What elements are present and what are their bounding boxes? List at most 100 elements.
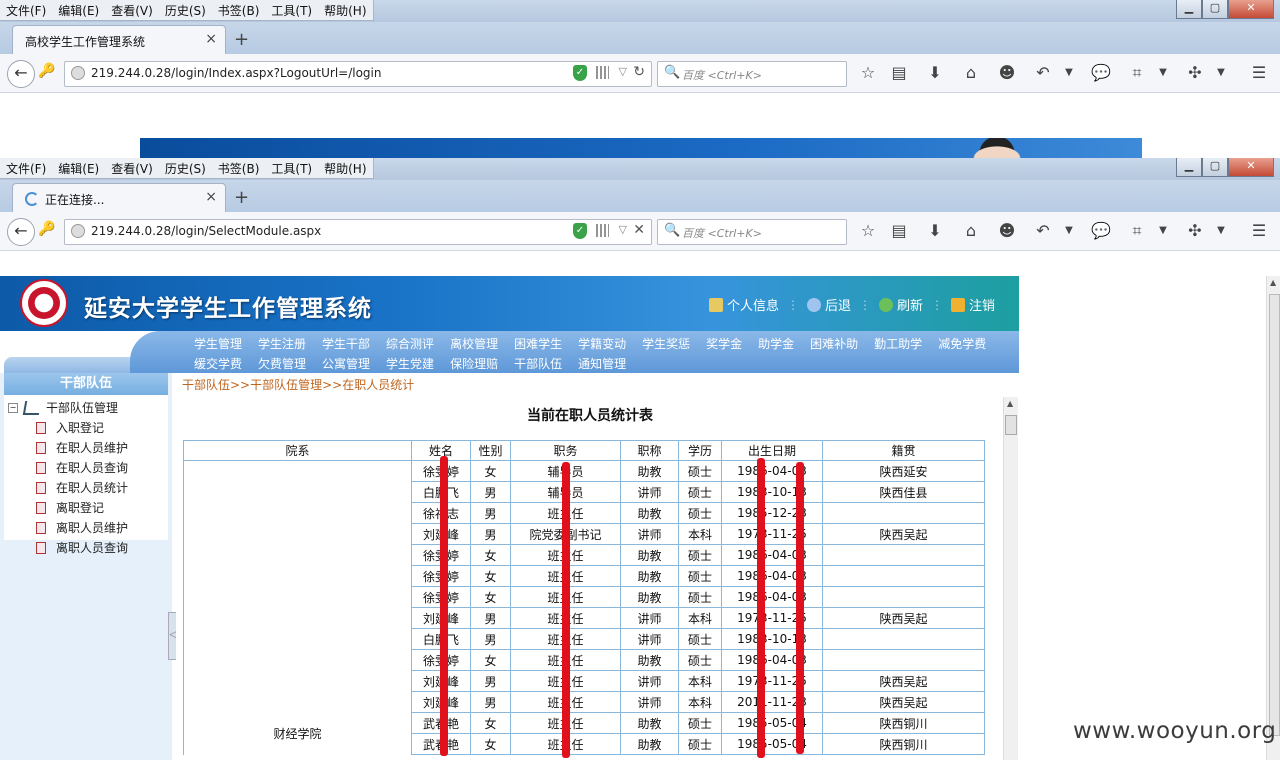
tab-active[interactable]: 高校学生工作管理系统 × — [12, 25, 226, 55]
menu-help[interactable]: 帮助(H) — [318, 0, 372, 20]
nav-item[interactable]: 奖学金 — [706, 335, 742, 352]
search-box[interactable]: 🔍 百度 <Ctrl+K> — [657, 219, 847, 245]
new-tab-icon[interactable]: + — [234, 29, 249, 50]
chat-icon[interactable]: ☻ — [997, 63, 1017, 82]
nav-item[interactable]: 学生奖惩 — [642, 335, 690, 352]
scroll-up-icon[interactable]: ▲ — [1270, 278, 1276, 287]
crop-icon[interactable]: ⌗ — [1127, 63, 1147, 83]
menu-view[interactable]: 查看(V) — [105, 158, 159, 178]
hamburger-menu-icon[interactable]: ☰ — [1249, 63, 1269, 82]
menu-edit[interactable]: 编辑(E) — [52, 158, 105, 178]
back-arrow-icon[interactable]: ← — [7, 218, 35, 246]
extension-dropdown-icon[interactable]: ▼ — [1216, 225, 1226, 236]
menu-tools[interactable]: 工具(T) — [265, 158, 318, 178]
scroll-thumb[interactable] — [1005, 415, 1017, 435]
back-arrow-icon[interactable]: ← — [7, 60, 35, 88]
download-icon[interactable]: ⬇ — [925, 63, 945, 82]
stop-icon[interactable]: ✕ — [633, 222, 645, 238]
dropdown-triangle-icon[interactable]: ▽ — [619, 65, 627, 78]
nav-item[interactable]: 通知管理 — [578, 355, 626, 372]
nav-item[interactable]: 公寓管理 — [322, 355, 370, 372]
comment-icon[interactable]: 💬 — [1091, 63, 1111, 82]
undo-icon[interactable]: ↶ — [1033, 221, 1053, 240]
refresh-link[interactable]: 刷新 — [878, 295, 923, 314]
sidebar-item[interactable]: 离职登记 — [36, 499, 104, 516]
bookmark-star-icon[interactable]: ☆ — [858, 63, 878, 82]
menu-file[interactable]: 文件(F) — [0, 158, 52, 178]
sidebar-item[interactable]: 入职登记 — [36, 419, 104, 436]
address-bar[interactable]: 219.244.0.28/login/SelectModule.aspx ✓ ▽… — [64, 219, 652, 245]
close-window-button[interactable]: ✕ — [1228, 0, 1274, 19]
menu-history[interactable]: 历史(S) — [159, 158, 212, 178]
profile-link[interactable]: 个人信息 — [708, 295, 779, 314]
nav-item[interactable]: 学生管理 — [194, 335, 242, 352]
nav-item[interactable]: 学生党建 — [386, 355, 434, 372]
extension-dropdown-icon[interactable]: ▼ — [1216, 67, 1226, 78]
maximize-button[interactable]: ▢ — [1202, 158, 1228, 177]
nav-item[interactable]: 保险理赔 — [450, 355, 498, 372]
nav-item[interactable]: 干部队伍 — [514, 355, 562, 372]
home-icon[interactable]: ⌂ — [961, 221, 981, 240]
comment-icon[interactable]: 💬 — [1091, 221, 1111, 240]
download-icon[interactable]: ⬇ — [925, 221, 945, 240]
scroll-thumb[interactable] — [1269, 294, 1280, 736]
menu-bookmarks[interactable]: 书签(B) — [212, 0, 266, 20]
sidebar-item[interactable]: 在职人员维护 — [36, 439, 128, 456]
menu-tools[interactable]: 工具(T) — [265, 0, 318, 20]
close-tab-icon[interactable]: × — [205, 31, 217, 47]
new-tab-icon[interactable]: + — [234, 187, 249, 208]
sidebar-item[interactable]: 离职人员维护 — [36, 519, 128, 536]
menu-view[interactable]: 查看(V) — [105, 0, 159, 20]
extension-icon[interactable]: ✣ — [1185, 63, 1205, 82]
menu-bookmarks[interactable]: 书签(B) — [212, 158, 266, 178]
tab-active[interactable]: 正在连接... × — [12, 183, 226, 213]
home-icon[interactable]: ⌂ — [961, 63, 981, 82]
crop-icon[interactable]: ⌗ — [1127, 221, 1147, 241]
nav-item[interactable]: 缓交学费 — [194, 355, 242, 372]
reading-list-icon[interactable]: ▤ — [889, 63, 909, 82]
hamburger-menu-icon[interactable]: ☰ — [1249, 221, 1269, 240]
menu-history[interactable]: 历史(S) — [159, 0, 212, 20]
menu-help[interactable]: 帮助(H) — [318, 158, 372, 178]
chat-icon[interactable]: ☻ — [997, 221, 1017, 240]
nav-item[interactable]: 困难补助 — [810, 335, 858, 352]
nav-item[interactable]: 学籍变动 — [578, 335, 626, 352]
logout-link[interactable]: 注销 — [950, 295, 995, 314]
close-window-button[interactable]: ✕ — [1228, 158, 1274, 177]
qr-code-icon[interactable] — [596, 66, 609, 79]
content-scrollbar[interactable]: ▲ — [1003, 397, 1018, 760]
crop-dropdown-icon[interactable]: ▼ — [1158, 225, 1168, 236]
undo-icon[interactable]: ↶ — [1033, 63, 1053, 82]
nav-item[interactable]: 综合测评 — [386, 335, 434, 352]
scroll-up-icon[interactable]: ▲ — [1007, 399, 1013, 408]
nav-item[interactable]: 学生注册 — [258, 335, 306, 352]
nav-item[interactable]: 勤工助学 — [874, 335, 922, 352]
maximize-button[interactable]: ▢ — [1202, 0, 1228, 19]
close-tab-icon[interactable]: × — [205, 189, 217, 205]
crop-dropdown-icon[interactable]: ▼ — [1158, 67, 1168, 78]
key-icon[interactable]: 🔑 — [38, 221, 55, 237]
nav-item[interactable]: 助学金 — [758, 335, 794, 352]
url-text[interactable]: 219.244.0.28/login/SelectModule.aspx — [91, 224, 321, 238]
shield-icon[interactable]: ✓ — [573, 223, 587, 239]
reading-list-icon[interactable]: ▤ — [889, 221, 909, 240]
collapse-icon[interactable]: − — [8, 402, 18, 413]
qr-code-icon[interactable] — [596, 224, 609, 237]
dropdown-triangle-icon[interactable]: ▽ — [619, 223, 627, 236]
search-box[interactable]: 🔍 百度 <Ctrl+K> — [657, 61, 847, 87]
undo-dropdown-icon[interactable]: ▼ — [1064, 67, 1074, 78]
minimize-button[interactable]: ▁ — [1176, 158, 1202, 177]
back-link[interactable]: 后退 — [806, 295, 851, 314]
nav-item[interactable]: 学生干部 — [322, 335, 370, 352]
address-bar[interactable]: 219.244.0.28/login/Index.aspx?LogoutUrl=… — [64, 61, 652, 87]
nav-item[interactable]: 困难学生 — [514, 335, 562, 352]
sidebar-item[interactable]: 在职人员查询 — [36, 459, 128, 476]
tree-root[interactable]: − 干部队伍管理 — [8, 399, 118, 416]
nav-item[interactable]: 减免学费 — [938, 335, 986, 352]
bookmark-star-icon[interactable]: ☆ — [858, 221, 878, 240]
nav-item[interactable]: 欠费管理 — [258, 355, 306, 372]
extension-icon[interactable]: ✣ — [1185, 221, 1205, 240]
undo-dropdown-icon[interactable]: ▼ — [1064, 225, 1074, 236]
page-scrollbar[interactable]: ▲ — [1266, 276, 1280, 760]
sidebar-item[interactable]: 离职人员查询 — [36, 539, 128, 556]
